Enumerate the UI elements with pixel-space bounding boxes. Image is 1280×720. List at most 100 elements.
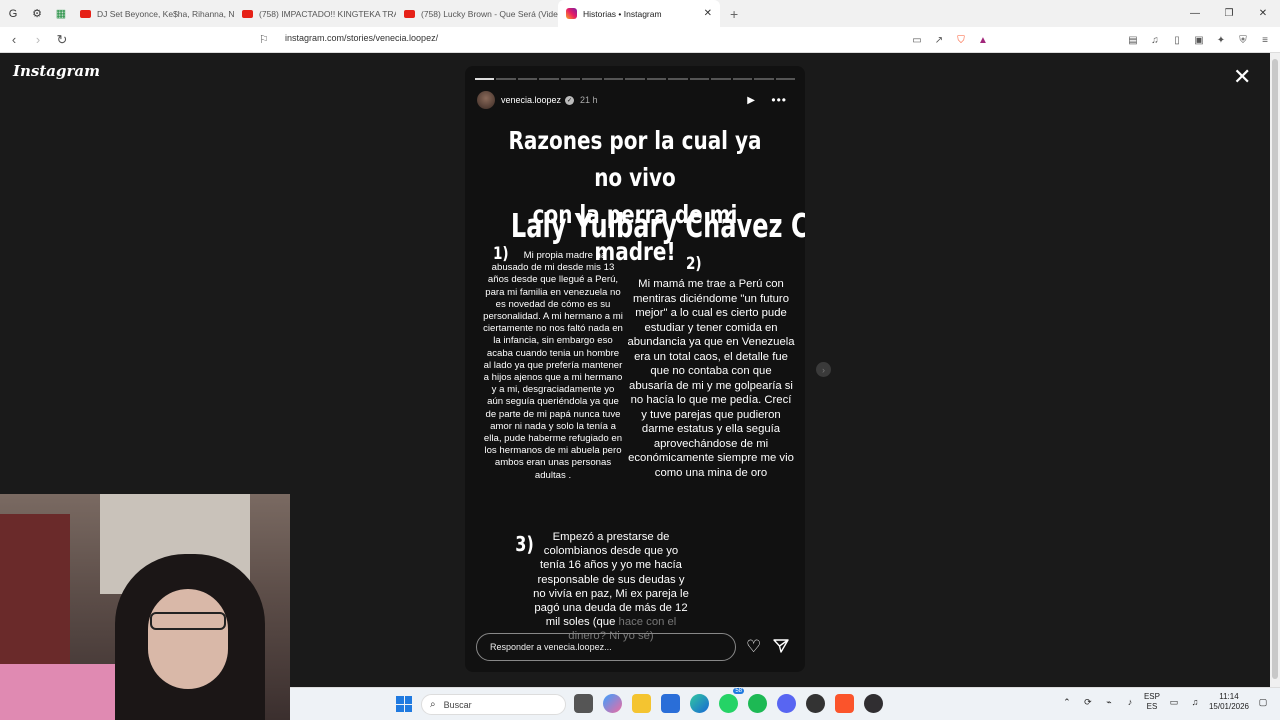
progress-segment <box>668 78 688 80</box>
tab-youtube-2[interactable]: (758) IMPACTADO!! KINGTEKA TRAS <box>234 0 396 27</box>
close-story-icon[interactable]: ✕ <box>1233 66 1251 88</box>
maximize-icon[interactable]: ❐ <box>1212 0 1246 27</box>
window-controls: — ❐ ✕ <box>1178 0 1280 27</box>
like-heart-icon[interactable]: ♡ <box>746 637 761 657</box>
more-options-icon[interactable]: ••• <box>771 93 787 107</box>
story-card[interactable]: venecia.loopez ✓ 21 h ▶ ••• Razones por … <box>465 66 805 672</box>
webcam-overlay <box>0 494 290 720</box>
progress-segment <box>732 78 753 80</box>
new-tab-button[interactable]: + <box>730 6 738 22</box>
url-tools: ▭ ↗ ⛉ ▲ <box>908 31 992 49</box>
next-story-icon[interactable]: › <box>816 362 831 377</box>
vpn-icon[interactable]: ⛨ <box>1234 31 1252 49</box>
point-2-number: 2) <box>685 254 702 274</box>
panel-icon[interactable]: ▯ <box>1168 31 1186 49</box>
youtube-icon <box>242 9 253 18</box>
address-bar: ‹ › ↻ ⚐ instagram.com/stories/venecia.lo… <box>0 27 1280 53</box>
sync-icon[interactable]: ⟳ <box>1081 695 1095 709</box>
music-icon[interactable]: ♫ <box>1146 31 1164 49</box>
story-title: Razones por la cual ya no vivo con la pe… <box>499 122 771 270</box>
webcam-glasses <box>150 612 226 630</box>
brave-shield-icon[interactable]: ⛉ <box>952 31 970 49</box>
sheets-icon[interactable]: ▦ <box>50 3 72 25</box>
language-indicator[interactable]: ESP ES <box>1144 692 1160 712</box>
tab-youtube-1[interactable]: DJ Set Beyonce, Ke$ha, Rihanna, Nel <box>72 0 234 27</box>
clock[interactable]: 11:14 15/01/2026 <box>1209 692 1249 712</box>
minimize-icon[interactable]: — <box>1178 0 1212 27</box>
page-scrollbar[interactable] <box>1270 53 1280 687</box>
instagram-logo[interactable]: Instagram <box>13 62 100 80</box>
app-icon[interactable] <box>806 694 825 713</box>
taskbar-apps: 58 <box>574 688 883 713</box>
google-icon[interactable]: G <box>2 3 24 25</box>
spotify-icon[interactable] <box>748 694 767 713</box>
whatsapp-badge: 58 <box>733 688 744 694</box>
system-tray: ⌃ ⟳ ⌁ ♪ ESP ES ▭ ♫ 11:14 15/01/2026 ▢ <box>1060 692 1270 712</box>
progress-segment <box>754 78 774 80</box>
scrollbar-thumb[interactable] <box>1272 59 1278 679</box>
task-view-icon[interactable] <box>574 694 593 713</box>
forward-icon[interactable]: › <box>28 30 48 50</box>
whatsapp-icon[interactable]: 58 <box>719 688 744 713</box>
story-title-line-1: Razones por la cual ya no vivo <box>508 126 762 192</box>
display-icon[interactable]: ▭ <box>1167 695 1181 709</box>
sidebar-icon[interactable]: ▤ <box>1124 31 1142 49</box>
webcam-foreground <box>0 664 120 720</box>
youtube-icon <box>404 9 415 18</box>
extension-icon[interactable]: ⚙ <box>26 3 48 25</box>
progress-segment <box>560 78 581 80</box>
progress-segment <box>517 78 538 80</box>
windows-taskbar: ⌕ Buscar 58 ⌃ ⟳ ⌁ ♪ ESP ES ▭ ♫ 11:14 15/… <box>290 687 1280 720</box>
windows-start-icon[interactable] <box>396 696 412 712</box>
youtube-icon <box>80 9 91 18</box>
progress-segment <box>475 78 495 80</box>
point-3-text: Empezó a prestarse de colombianos desde … <box>531 530 691 644</box>
rewards-icon[interactable]: ▲ <box>974 31 992 49</box>
browser-tab-bar: G ⚙ ▦ DJ Set Beyonce, Ke$ha, Rihanna, Ne… <box>0 0 1280 27</box>
taskbar-search[interactable]: ⌕ Buscar <box>421 694 566 715</box>
menu-icon[interactable]: ≡ <box>1256 31 1274 49</box>
play-icon[interactable]: ▶ <box>747 95 755 106</box>
language-bottom: ES <box>1146 702 1158 711</box>
brave-icon[interactable] <box>835 694 854 713</box>
close-tab-icon[interactable]: ✕ <box>704 8 712 19</box>
edge-icon[interactable] <box>690 694 709 713</box>
story-username[interactable]: venecia.loopez <box>501 95 561 105</box>
volume-icon[interactable]: ♫ <box>1188 695 1202 709</box>
file-explorer-icon[interactable] <box>632 694 651 713</box>
tab-youtube-3[interactable]: (758) Lucky Brown - Que Será (Video <box>396 0 558 27</box>
send-icon[interactable] <box>773 638 789 659</box>
story-progress <box>475 78 796 80</box>
reply-input[interactable] <box>490 642 720 652</box>
instagram-icon <box>566 8 577 19</box>
reply-box[interactable] <box>476 633 736 661</box>
bookmark-icon[interactable]: ⚐ <box>259 33 269 46</box>
toolbar-right: ▤ ♫ ▯ ▣ ✦ ⛨ ≡ <box>1124 31 1274 49</box>
network-icon[interactable]: ⌁ <box>1102 695 1116 709</box>
close-window-icon[interactable]: ✕ <box>1246 0 1280 27</box>
obs-icon[interactable] <box>864 694 883 713</box>
share-icon[interactable]: ↗ <box>930 31 948 49</box>
point-3-body: Empezó a prestarse de colombianos desde … <box>533 531 689 629</box>
store-icon[interactable] <box>661 694 680 713</box>
leo-icon[interactable]: ✦ <box>1212 31 1230 49</box>
url-field[interactable]: instagram.com/stories/venecia.loopez/ <box>285 33 438 43</box>
webcam-face <box>148 589 228 689</box>
avatar[interactable] <box>477 91 495 109</box>
progress-segment <box>496 78 516 80</box>
progress-segment <box>539 78 559 80</box>
reload-icon[interactable]: ↻ <box>52 30 72 50</box>
story-header: venecia.loopez ✓ 21 h ▶ ••• <box>477 90 793 110</box>
language-top: ESP <box>1143 692 1160 701</box>
back-icon[interactable]: ‹ <box>4 30 24 50</box>
discord-icon[interactable] <box>777 694 796 713</box>
microphone-icon[interactable]: ♪ <box>1123 695 1137 709</box>
wallet-icon[interactable]: ▣ <box>1190 31 1208 49</box>
notification-icon[interactable]: ▢ <box>1256 695 1270 709</box>
progress-segment <box>603 78 624 80</box>
chevron-up-icon[interactable]: ⌃ <box>1060 695 1074 709</box>
tab-instagram[interactable]: Historias • Instagram ✕ <box>558 0 720 27</box>
install-icon[interactable]: ▭ <box>908 31 926 49</box>
copilot-icon[interactable] <box>603 694 622 713</box>
verified-icon: ✓ <box>565 95 575 105</box>
